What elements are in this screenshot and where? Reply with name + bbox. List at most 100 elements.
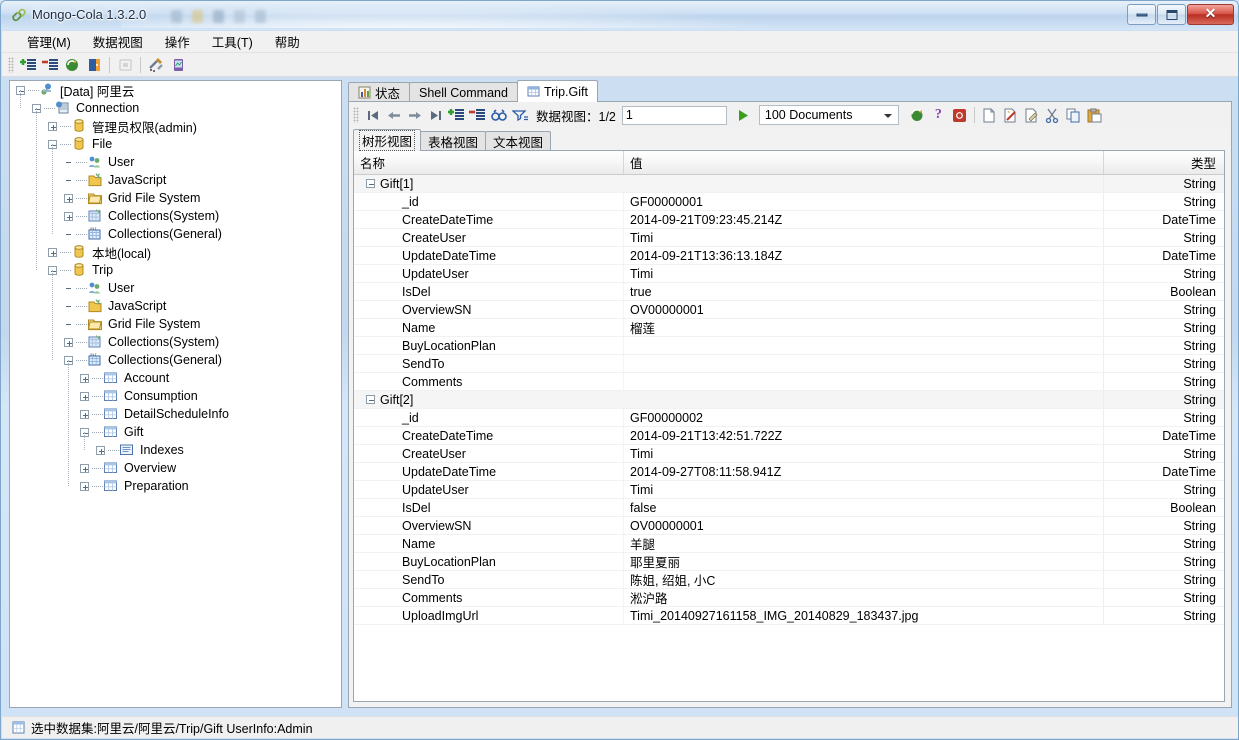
grid-row[interactable]: UpdateUser Timi String: [354, 265, 1224, 283]
grid-row[interactable]: Comments 淞沪路 String: [354, 589, 1224, 607]
tree-node-data[interactable]: [Data] 阿里云: [10, 81, 341, 99]
expand-icon[interactable]: [64, 211, 73, 221]
add-connection-icon[interactable]: [17, 54, 39, 75]
menu-manage[interactable]: 管理(M): [16, 29, 82, 54]
previous-page-icon[interactable]: [383, 105, 404, 125]
run-icon[interactable]: [733, 105, 755, 125]
database-tree-panel[interactable]: [Data] 阿里云 Connection 管理员权限(admin) File User…: [9, 80, 342, 708]
grid-row[interactable]: Name 榴莲 String: [354, 319, 1224, 337]
column-header-type[interactable]: 类型: [1104, 151, 1224, 174]
tree-node-grid-file-system[interactable]: Grid File System: [10, 189, 341, 207]
tools-icon[interactable]: [145, 54, 167, 75]
grid-row[interactable]: UpdateDateTime 2014-09-27T08:11:58.941Z Da…: [354, 463, 1224, 481]
tree-node-trip[interactable]: Trip: [10, 261, 341, 279]
grid-group-row[interactable]: Gift[1] String: [354, 175, 1224, 193]
delete-doc-icon[interactable]: [1000, 105, 1021, 125]
tree-node-detailscheduleinfo[interactable]: DetailScheduleInfo: [10, 405, 341, 423]
tree-node-collections-general[interactable]: xyz Collections(General): [10, 351, 341, 369]
expand-icon[interactable]: [64, 337, 73, 347]
tree-node-local[interactable]: 本地(local): [10, 243, 341, 261]
tab-shell-command[interactable]: Shell Command: [409, 82, 518, 102]
tree-node-user[interactable]: User: [10, 279, 341, 297]
tree-node-collections-system[interactable]: Collections(System): [10, 333, 341, 351]
page-number-input[interactable]: [621, 105, 727, 125]
column-header-value[interactable]: 值: [624, 151, 1104, 174]
tab-trip-gift[interactable]: Trip.Gift: [516, 80, 598, 102]
tree-node-account[interactable]: Account: [10, 369, 341, 387]
globe-icon[interactable]: [907, 105, 928, 125]
grid-row[interactable]: BuyLocationPlan String: [354, 337, 1224, 355]
tree-node-connection[interactable]: Connection: [10, 99, 341, 117]
paste-icon[interactable]: [1084, 105, 1105, 125]
new-doc-icon[interactable]: [979, 105, 1000, 125]
edit-doc-icon[interactable]: [1021, 105, 1042, 125]
grid-row[interactable]: CreateUser Timi String: [354, 229, 1224, 247]
maximize-button[interactable]: [1157, 4, 1186, 25]
tab-text-view[interactable]: 文本视图: [485, 131, 552, 151]
tree-node-overview[interactable]: Overview: [10, 459, 341, 477]
menu-help[interactable]: 帮助: [264, 29, 311, 54]
tree-scroll-container[interactable]: [Data] 阿里云 Connection 管理员权限(admin) File User…: [10, 81, 341, 707]
next-page-icon[interactable]: [404, 105, 425, 125]
monitor-icon[interactable]: [167, 54, 189, 75]
tree-node-gift[interactable]: Gift: [10, 423, 341, 441]
tree-node-grid-file-system[interactable]: Grid File System: [10, 315, 341, 333]
cut-icon[interactable]: [1042, 105, 1063, 125]
tab-grid-view[interactable]: 表格视图: [420, 131, 487, 151]
tab-status[interactable]: 状态: [348, 82, 411, 102]
expand-icon[interactable]: [48, 247, 57, 257]
grid-row[interactable]: CreateDateTime 2014-09-21T13:42:51.722Z Da…: [354, 427, 1224, 445]
tree-node-file[interactable]: File: [10, 135, 341, 153]
find-icon[interactable]: [488, 105, 509, 125]
data-toolbar-grip[interactable]: [353, 107, 359, 123]
grid-row[interactable]: SendTo String: [354, 355, 1224, 373]
help-icon[interactable]: ?: [928, 105, 949, 125]
expand-icon[interactable]: [48, 121, 57, 131]
close-button[interactable]: ✕: [1187, 4, 1234, 25]
expand-icon[interactable]: [80, 373, 89, 383]
grid-row[interactable]: OverviewSN OV00000001 String: [354, 301, 1224, 319]
grid-row[interactable]: OverviewSN OV00000001 String: [354, 517, 1224, 535]
add-record-icon[interactable]: [446, 105, 467, 125]
tree-node-consumption[interactable]: Consumption: [10, 387, 341, 405]
menu-tools[interactable]: 工具(T): [201, 29, 264, 54]
grid-row[interactable]: _id GF00000002 String: [354, 409, 1224, 427]
grid-row[interactable]: BuyLocationPlan 耶里夏丽 String: [354, 553, 1224, 571]
grid-row[interactable]: Comments String: [354, 373, 1224, 391]
import-icon[interactable]: [83, 54, 105, 75]
expand-icon[interactable]: [64, 193, 73, 203]
document-count-combo[interactable]: 100 Documents: [758, 105, 899, 125]
tree-node-collections-general[interactable]: xyz Collections(General): [10, 225, 341, 243]
tree-node-javascript[interactable]: JavaScript: [10, 297, 341, 315]
refresh-icon[interactable]: [61, 54, 83, 75]
grid-body[interactable]: Gift[1] String _id GF00000001 String CreateDa…: [354, 175, 1224, 625]
copy-icon[interactable]: [1063, 105, 1084, 125]
grid-row[interactable]: CreateDateTime 2014-09-21T09:23:45.214Z Da…: [354, 211, 1224, 229]
tree-node-user[interactable]: User: [10, 153, 341, 171]
grid-row[interactable]: SendTo 陈姐, 绍姐, 小C String: [354, 571, 1224, 589]
tree-node-admin[interactable]: 管理员权限(admin): [10, 117, 341, 135]
menu-operation[interactable]: 操作: [154, 29, 201, 54]
tree-node-preparation[interactable]: Preparation: [10, 477, 341, 495]
grid-row[interactable]: IsDel false Boolean: [354, 499, 1224, 517]
stop-icon[interactable]: [114, 54, 136, 75]
filter-icon[interactable]: [509, 105, 530, 125]
menu-dataview[interactable]: 数据视图: [82, 29, 154, 54]
expand-icon[interactable]: [80, 391, 89, 401]
column-header-name[interactable]: 名称: [354, 151, 624, 174]
remove-record-icon[interactable]: [467, 105, 488, 125]
collapse-icon[interactable]: [366, 179, 375, 188]
expand-icon[interactable]: [80, 481, 89, 491]
tree-node-collections-system[interactable]: Collections(System): [10, 207, 341, 225]
document-tree-grid[interactable]: 名称 值 类型 Gift[1] String _id GF00000001 String…: [353, 150, 1225, 702]
grid-row[interactable]: UploadImgUrl Timi_20140927161158_IMG_2014…: [354, 607, 1224, 625]
tree-node-indexes[interactable]: Indexes: [10, 441, 341, 459]
minimize-button[interactable]: [1127, 4, 1156, 25]
expand-icon[interactable]: [96, 445, 105, 455]
collapse-icon[interactable]: [366, 395, 375, 404]
grid-row[interactable]: Name 羊腿 String: [354, 535, 1224, 553]
grid-group-row[interactable]: Gift[2] String: [354, 391, 1224, 409]
record-icon[interactable]: [949, 105, 970, 125]
grid-row[interactable]: IsDel true Boolean: [354, 283, 1224, 301]
grid-row[interactable]: _id GF00000001 String: [354, 193, 1224, 211]
